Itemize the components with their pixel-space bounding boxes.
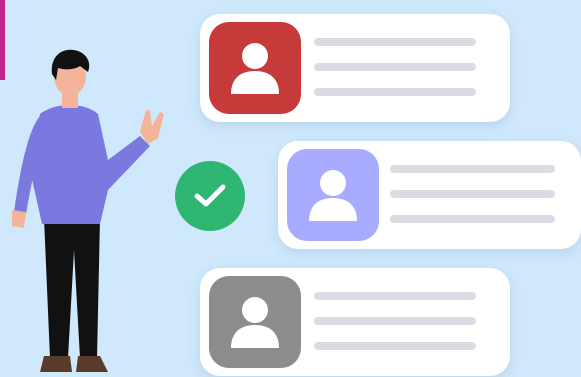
user-icon [309, 170, 357, 221]
text-line [390, 215, 555, 223]
person-pointing-illustration [12, 49, 164, 372]
text-line [314, 292, 476, 300]
text-line [314, 342, 476, 350]
selected-check-badge [175, 161, 245, 231]
avatar-tile-3 [209, 276, 301, 368]
text-line [390, 165, 555, 173]
illustration-canvas [0, 0, 581, 377]
text-line [314, 38, 476, 46]
text-line [314, 317, 476, 325]
user-icon [231, 43, 279, 94]
avatar-tile-1 [209, 22, 301, 114]
user-icon [231, 297, 279, 348]
text-line [390, 190, 555, 198]
avatar-tile-2 [287, 149, 379, 241]
profile-card-1[interactable] [200, 14, 510, 122]
profile-card-2[interactable] [278, 141, 581, 249]
text-line [314, 63, 476, 71]
text-line [314, 88, 476, 96]
check-icon [194, 184, 226, 207]
profile-card-3[interactable] [200, 268, 510, 376]
